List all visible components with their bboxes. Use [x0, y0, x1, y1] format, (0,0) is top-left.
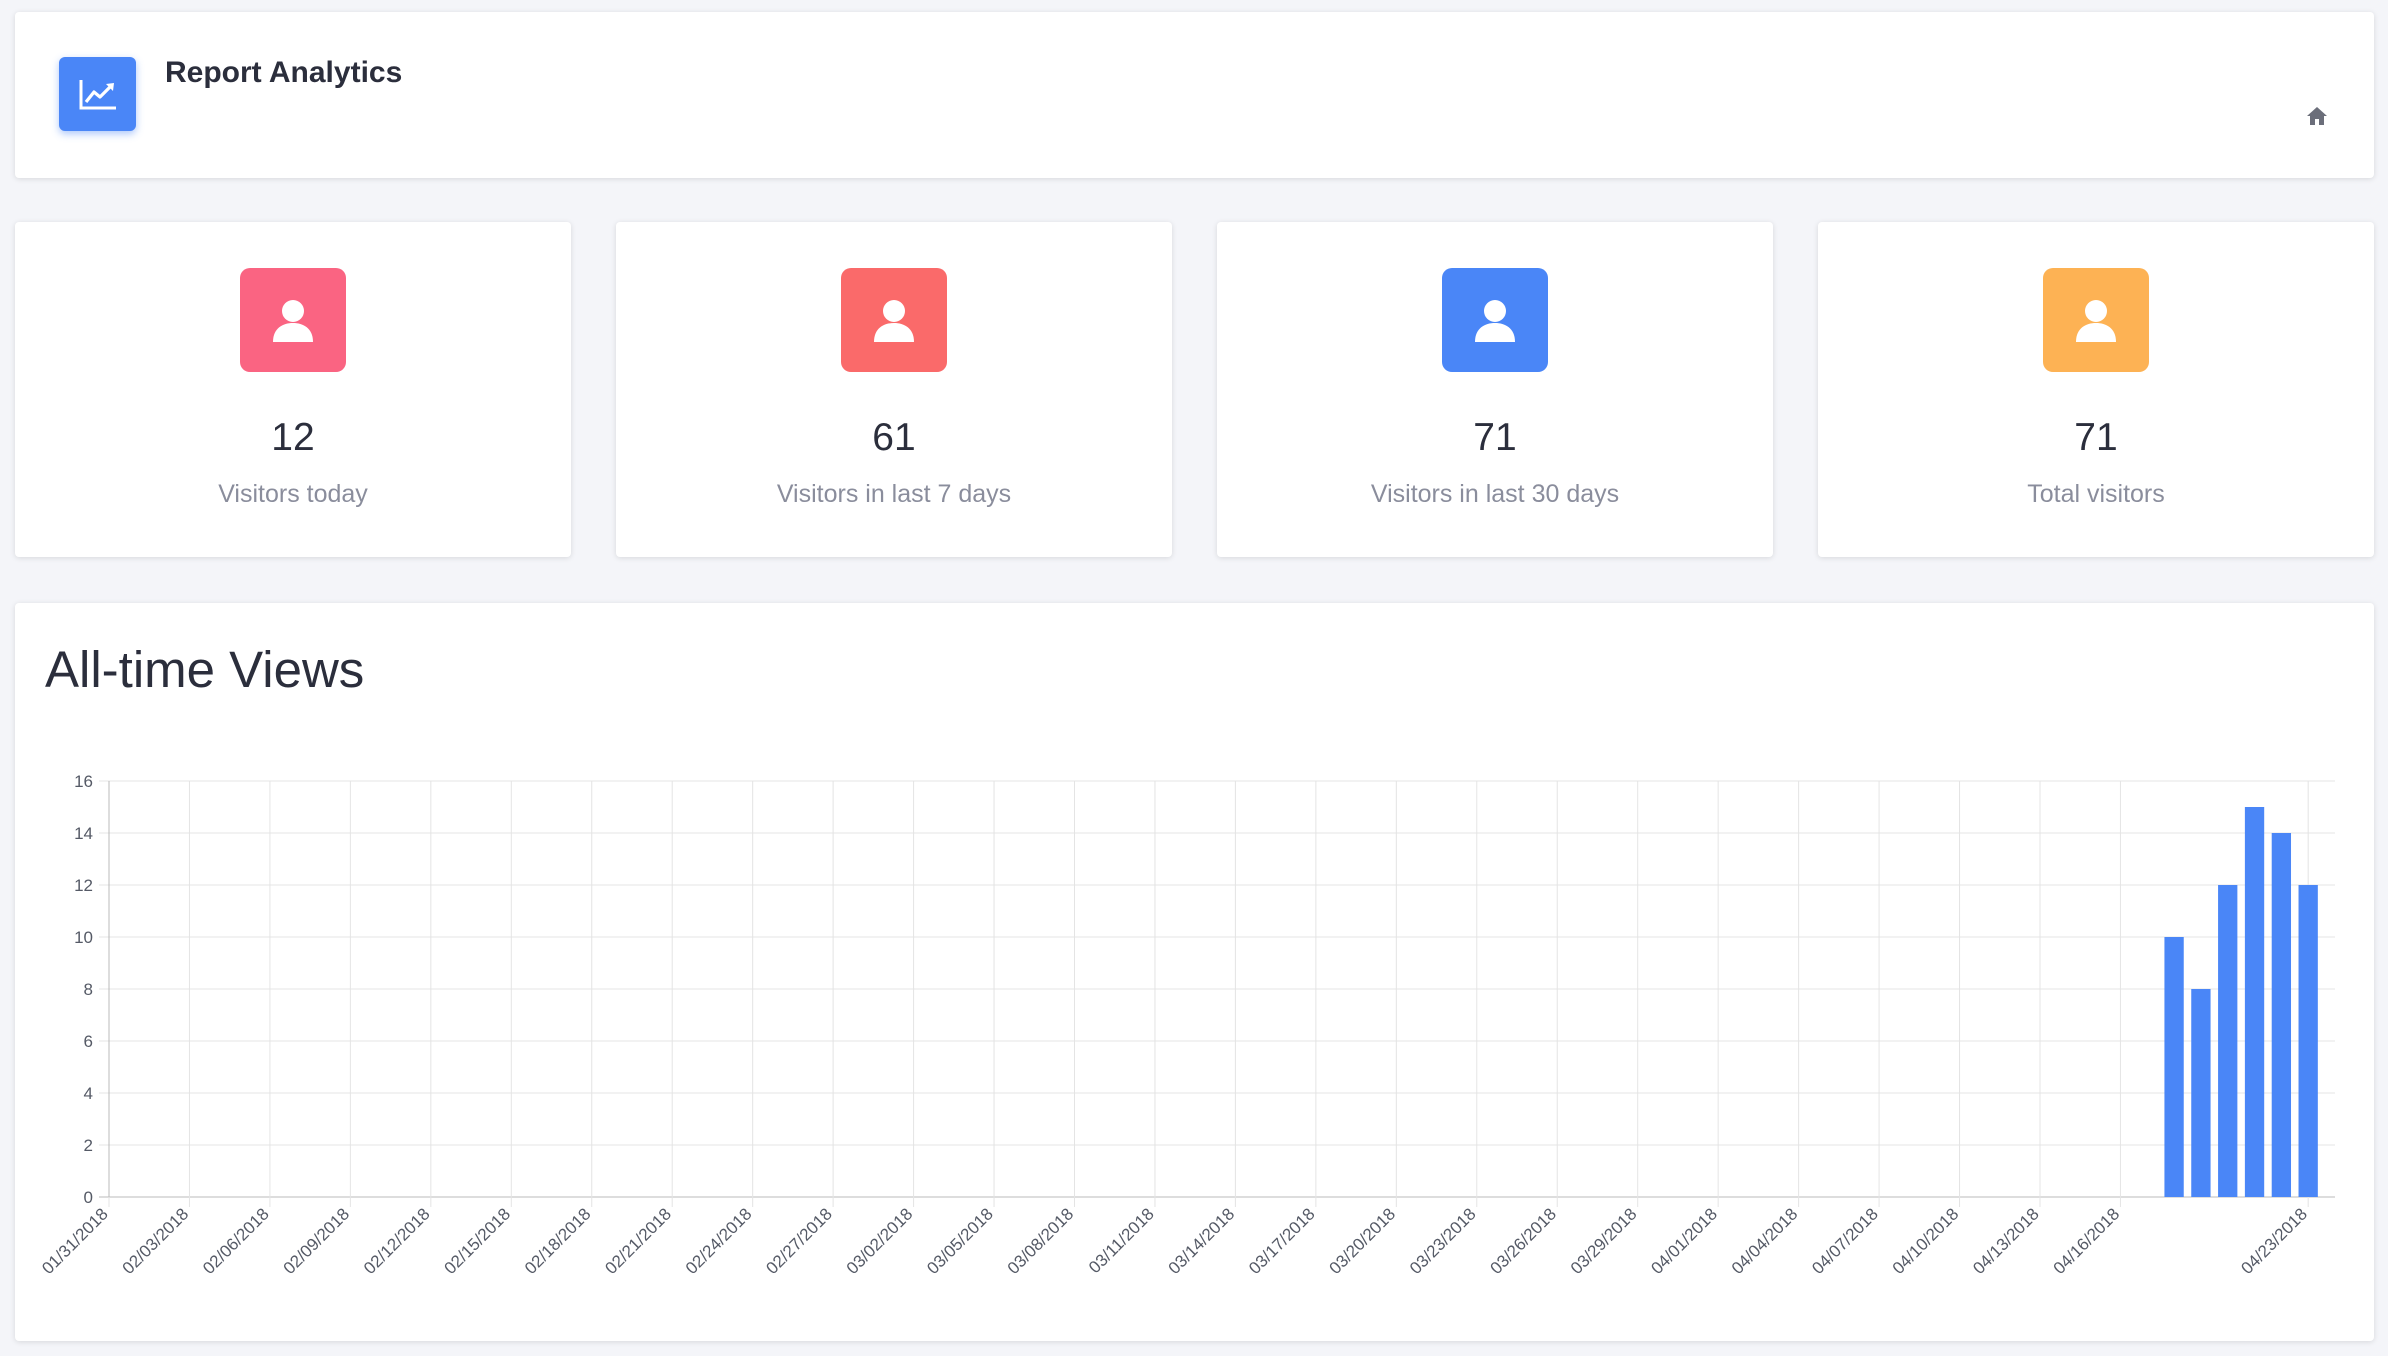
stat-card-visitors-30-days: 71 Visitors in last 30 days	[1217, 222, 1773, 557]
x-tick-label: 02/24/2018	[682, 1204, 756, 1278]
bar	[2191, 989, 2211, 1197]
stat-card-visitors-7-days: 61 Visitors in last 7 days	[616, 222, 1172, 557]
stat-value: 71	[1473, 416, 1517, 459]
x-tick-label: 04/23/2018	[2237, 1204, 2311, 1278]
x-tick-label: 04/07/2018	[1808, 1204, 1882, 1278]
x-tick-label: 02/09/2018	[280, 1204, 354, 1278]
x-tick-label: 04/13/2018	[1969, 1204, 2043, 1278]
y-tick-label: 16	[74, 772, 93, 791]
stat-label: Visitors today	[218, 480, 368, 508]
x-tick-label: 02/03/2018	[119, 1204, 193, 1278]
stat-card-visitors-today: 12 Visitors today	[15, 222, 571, 557]
user-icon	[1442, 268, 1548, 372]
stat-card-total-visitors: 71 Total visitors	[1818, 222, 2374, 557]
x-tick-label: 04/01/2018	[1647, 1204, 1721, 1278]
y-tick-label: 8	[84, 980, 93, 999]
x-tick-label: 02/15/2018	[441, 1204, 515, 1278]
x-tick-label: 04/10/2018	[1889, 1204, 1963, 1278]
chart-card: All-time Views 0 2 4 6 8 10 12 14 16 01/31/2018 02…	[15, 603, 2374, 1341]
stat-value: 12	[271, 416, 315, 459]
header-card: Report Analytics	[15, 12, 2374, 178]
bar	[2164, 937, 2184, 1197]
x-tick-label: 01/31/2018	[38, 1204, 112, 1278]
stat-label: Total visitors	[2027, 480, 2165, 508]
bar	[2244, 807, 2265, 1197]
stat-label: Visitors in last 30 days	[1370, 480, 1620, 508]
y-tick-label: 10	[74, 928, 93, 947]
y-tick-label: 14	[74, 824, 93, 843]
x-tick-label: 02/21/2018	[601, 1204, 675, 1278]
x-tick-label: 02/12/2018	[360, 1204, 434, 1278]
x-tick-label: 02/27/2018	[762, 1204, 836, 1278]
y-tick-label: 12	[74, 876, 93, 895]
x-tick-label: 03/08/2018	[1004, 1204, 1078, 1278]
user-icon	[841, 268, 947, 372]
bar	[2298, 885, 2318, 1197]
x-tick-label: 03/23/2018	[1406, 1204, 1480, 1278]
x-tick-label: 03/14/2018	[1165, 1204, 1239, 1278]
x-tick-label: 03/11/2018	[1085, 1204, 1158, 1277]
y-tick-label: 0	[84, 1188, 93, 1207]
bar	[2218, 885, 2238, 1197]
user-icon	[240, 268, 346, 372]
stat-label: Visitors in last 7 days	[776, 480, 1012, 508]
x-tick-label: 03/05/2018	[923, 1204, 997, 1278]
x-tick-label: 03/26/2018	[1486, 1204, 1560, 1278]
line-chart-icon	[59, 57, 136, 131]
stat-value: 71	[2074, 416, 2118, 459]
stat-value: 61	[872, 416, 916, 459]
x-tick-label: 03/17/2018	[1245, 1204, 1319, 1278]
views-bar-chart: 0 2 4 6 8 10 12 14 16 01/31/2018 02/03/2018 02/06/2…	[38, 772, 2335, 1278]
y-tick-label: 6	[84, 1032, 93, 1051]
x-tick-label: 03/02/2018	[843, 1204, 917, 1278]
x-tick-label: 04/04/2018	[1728, 1204, 1802, 1278]
x-tick-label: 03/20/2018	[1326, 1204, 1400, 1278]
user-icon	[2043, 268, 2149, 372]
x-tick-label: 03/29/2018	[1567, 1204, 1641, 1278]
y-tick-label: 4	[84, 1084, 93, 1103]
home-icon[interactable]	[2305, 104, 2329, 128]
page-title: Report Analytics	[165, 56, 403, 89]
y-tick-label: 2	[84, 1136, 93, 1155]
bar	[2271, 833, 2292, 1197]
x-tick-label: 02/06/2018	[199, 1204, 273, 1278]
x-tick-label: 04/16/2018	[2050, 1204, 2124, 1278]
x-tick-label: 02/18/2018	[521, 1204, 595, 1278]
